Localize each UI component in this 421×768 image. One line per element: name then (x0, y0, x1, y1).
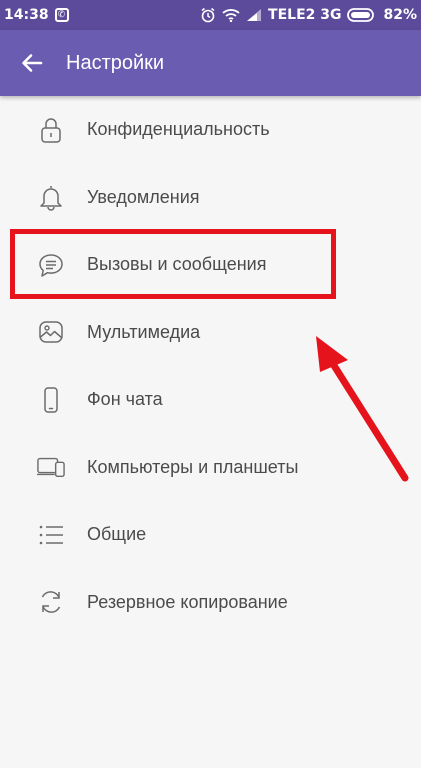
viber-notification-icon: ✆ (54, 8, 69, 22)
app-bar: Настройки (0, 30, 421, 96)
status-time: 14:38 (4, 7, 49, 23)
devices-icon (37, 453, 65, 481)
settings-item-general[interactable]: Общие (0, 501, 421, 569)
signal-icon (247, 9, 262, 21)
settings-item-label: Мультимедиа (87, 321, 201, 342)
settings-item-label: Уведомления (87, 186, 200, 207)
settings-item-privacy[interactable]: Конфиденциальность (0, 96, 421, 164)
lock-icon (37, 116, 65, 144)
sync-icon (37, 588, 65, 616)
settings-item-label: Резервное копирование (87, 591, 288, 612)
settings-item-label: Общие (87, 524, 147, 545)
annotation-arrow-icon (316, 336, 409, 482)
settings-item-backup[interactable]: Резервное копирование (0, 569, 421, 637)
settings-item-label: Конфиденциальность (87, 119, 270, 140)
settings-item-label: Компьютеры и планшеты (87, 456, 299, 477)
wifi-icon (222, 9, 240, 22)
page-title: Настройки (66, 51, 165, 74)
battery-icon (347, 8, 375, 22)
alarm-icon (201, 7, 215, 23)
highlight-box (10, 229, 336, 299)
status-bar: 14:38 ✆ TELE2 3G 82% (0, 0, 421, 30)
bell-icon (37, 183, 65, 211)
arrow-left-icon (22, 54, 43, 72)
back-button[interactable] (6, 37, 58, 89)
list-icon (37, 521, 65, 549)
settings-item-notifications[interactable]: Уведомления (0, 164, 421, 232)
image-icon (37, 318, 65, 346)
battery-percent: 82% (383, 7, 417, 23)
carrier-label: TELE2 3G (268, 7, 342, 23)
settings-item-label: Фон чата (87, 389, 163, 410)
phone-icon (37, 386, 65, 414)
